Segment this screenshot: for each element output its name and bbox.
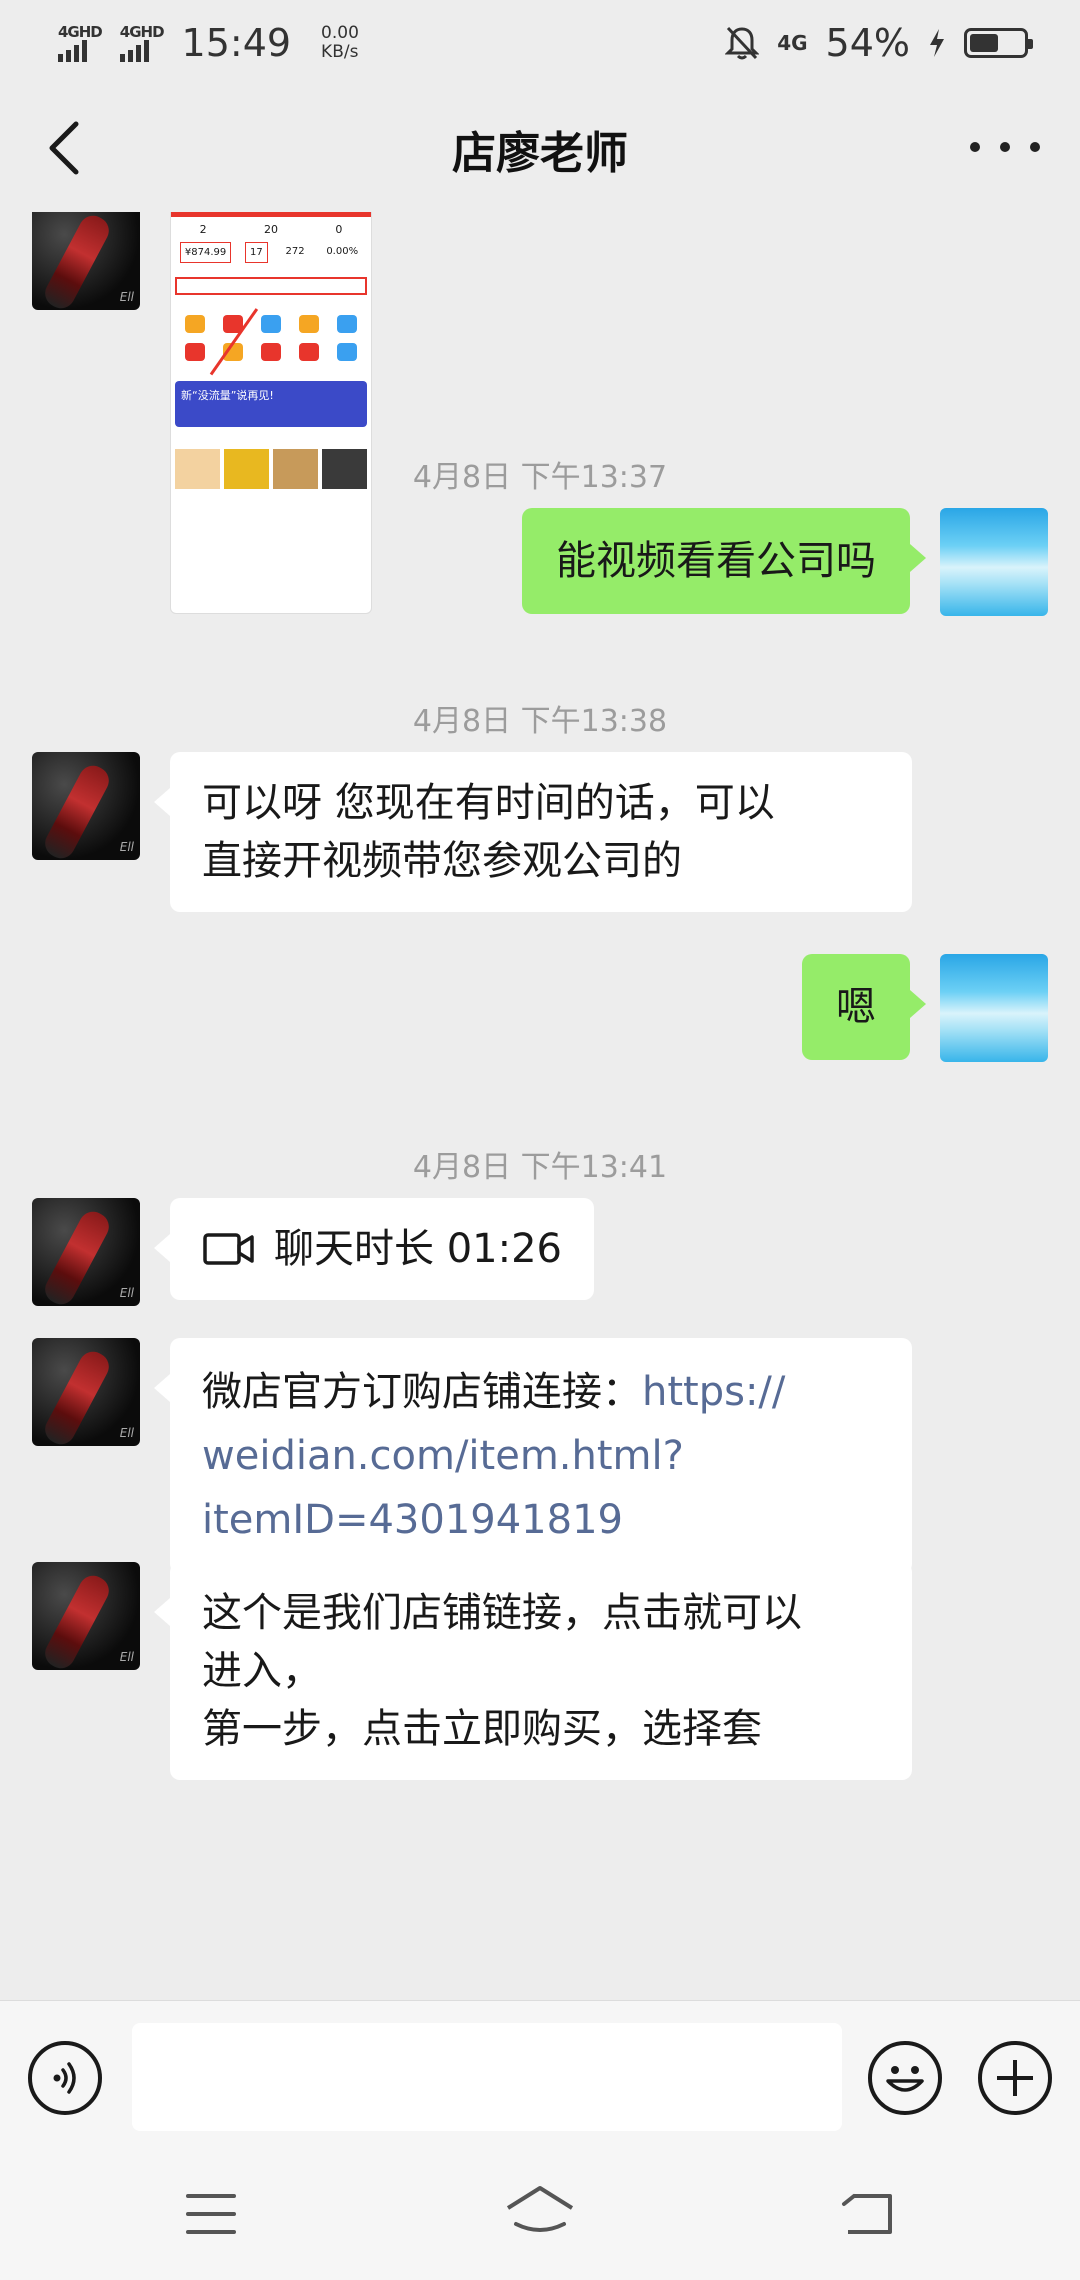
outgoing-message[interactable]: 嗯 bbox=[802, 954, 926, 1060]
thumb-box: 272 bbox=[285, 246, 305, 257]
contact-avatar[interactable]: Ell bbox=[32, 1562, 140, 1670]
my-avatar[interactable] bbox=[940, 508, 1048, 616]
timestamp: 4月8日 下午13:37 bbox=[412, 460, 668, 495]
video-call-record[interactable]: 聊天时长 01:26 bbox=[154, 1198, 594, 1300]
store-link[interactable]: https:// bbox=[642, 1369, 785, 1415]
contact-avatar[interactable]: Ell bbox=[32, 212, 140, 310]
thumb-boxes: ¥874.99 17 272 0.00% bbox=[171, 236, 371, 269]
thumb-stats: 2 20 0 bbox=[171, 217, 371, 236]
message-line: 进入， bbox=[202, 1648, 322, 1694]
charging-icon bbox=[930, 29, 944, 57]
thumb-box: ¥874.99 bbox=[179, 242, 232, 263]
input-bar bbox=[0, 2000, 1080, 2150]
thumb-stat: 0 bbox=[335, 223, 343, 236]
menu-icon[interactable] bbox=[186, 2194, 236, 2234]
voice-icon[interactable] bbox=[28, 2041, 102, 2115]
status-bar: 4GHD 4GHD 15:49 0.00 KB/s 4G 54% bbox=[0, 0, 1080, 86]
signal-2-label: 4GHD bbox=[119, 23, 165, 41]
signal-1: 4GHD bbox=[58, 23, 103, 62]
signal-1-label: 4GHD bbox=[58, 23, 103, 41]
contact-avatar[interactable]: Ell bbox=[32, 1338, 140, 1446]
link-prefix: 微店官方订购店铺连接： bbox=[202, 1369, 642, 1415]
chat-area[interactable]: Ell 2 20 0 ¥874.99 17 272 0.00% 新“没流量”说再… bbox=[0, 212, 1080, 2000]
plus-icon[interactable] bbox=[978, 2041, 1052, 2115]
message-input[interactable] bbox=[132, 2023, 842, 2131]
status-left: 4GHD 4GHD 15:49 0.00 KB/s bbox=[58, 21, 359, 65]
home-icon[interactable] bbox=[504, 2184, 576, 2240]
net-speed-value: 0.00 bbox=[321, 23, 359, 43]
network-type: 4G bbox=[777, 31, 808, 55]
signal-bars-icon bbox=[58, 40, 87, 62]
more-dots-icon[interactable] bbox=[970, 122, 1040, 172]
message-line: 直接开视频带您参观公司的 bbox=[202, 838, 682, 884]
message-line: 这个是我们店铺链接，点击就可以 bbox=[202, 1590, 802, 1636]
emoji-icon[interactable] bbox=[868, 2041, 942, 2115]
video-call-icon bbox=[203, 1233, 254, 1265]
link-message[interactable]: 微店官方订购店铺连接：https:// weidian.com/item.htm… bbox=[154, 1338, 912, 1574]
battery-percent: 54% bbox=[825, 21, 910, 65]
link-line-1: 微店官方订购店铺连接：https:// bbox=[202, 1360, 880, 1424]
thumb-box: 0.00% bbox=[326, 246, 359, 257]
net-speed-unit: KB/s bbox=[321, 42, 359, 62]
signal-bars-icon bbox=[119, 40, 149, 62]
battery-icon bbox=[964, 28, 1033, 58]
back-icon[interactable] bbox=[840, 2190, 896, 2238]
clock: 15:49 bbox=[181, 21, 292, 65]
image-message[interactable]: 2 20 0 ¥874.99 17 272 0.00% 新“没流量”说再见! bbox=[170, 212, 372, 614]
timestamp: 4月8日 下午13:38 bbox=[412, 704, 668, 739]
chat-title: 店廖老师 bbox=[452, 128, 628, 179]
thumb-icon-grid bbox=[171, 303, 371, 373]
thumb-box: 17 bbox=[244, 242, 268, 263]
contact-avatar[interactable]: Ell bbox=[32, 1198, 140, 1306]
status-right: 4G 54% bbox=[725, 21, 1033, 65]
incoming-message[interactable]: 可以呀 您现在有时间的话，可以 直接开视频带您参观公司的 bbox=[154, 752, 912, 912]
chevron-left-icon[interactable] bbox=[36, 116, 96, 180]
chat-header: 店廖老师 bbox=[0, 86, 1080, 212]
net-speed: 0.00 KB/s bbox=[321, 24, 359, 62]
incoming-message[interactable]: 这个是我们店铺链接，点击就可以 进入， 第一步，点击立即购买，选择套 bbox=[154, 1562, 912, 1780]
thumb-banner: 新“没流量”说再见! bbox=[175, 381, 367, 427]
outgoing-message[interactable]: 能视频看看公司吗 bbox=[522, 508, 926, 614]
call-duration: 聊天时长 01:26 bbox=[274, 1226, 562, 1272]
signal-2: 4GHD bbox=[119, 23, 165, 62]
store-link[interactable]: itemID=4301941819 bbox=[202, 1488, 880, 1552]
thumb-stat: 20 bbox=[263, 223, 278, 236]
message-line: 第一步，点击立即购买，选择套 bbox=[202, 1706, 762, 1752]
store-link[interactable]: weidian.com/item.html? bbox=[202, 1424, 880, 1488]
mute-bell-icon bbox=[725, 26, 760, 60]
timestamp: 4月8日 下午13:41 bbox=[412, 1150, 668, 1185]
message-line: 可以呀 您现在有时间的话，可以 bbox=[202, 780, 775, 826]
thumb-stat: 2 bbox=[199, 223, 207, 236]
contact-avatar[interactable]: Ell bbox=[32, 752, 140, 860]
system-nav-bar bbox=[0, 2150, 1080, 2280]
battery-fill bbox=[970, 34, 999, 52]
thumb-alert bbox=[175, 277, 367, 295]
my-avatar[interactable] bbox=[940, 954, 1048, 1062]
